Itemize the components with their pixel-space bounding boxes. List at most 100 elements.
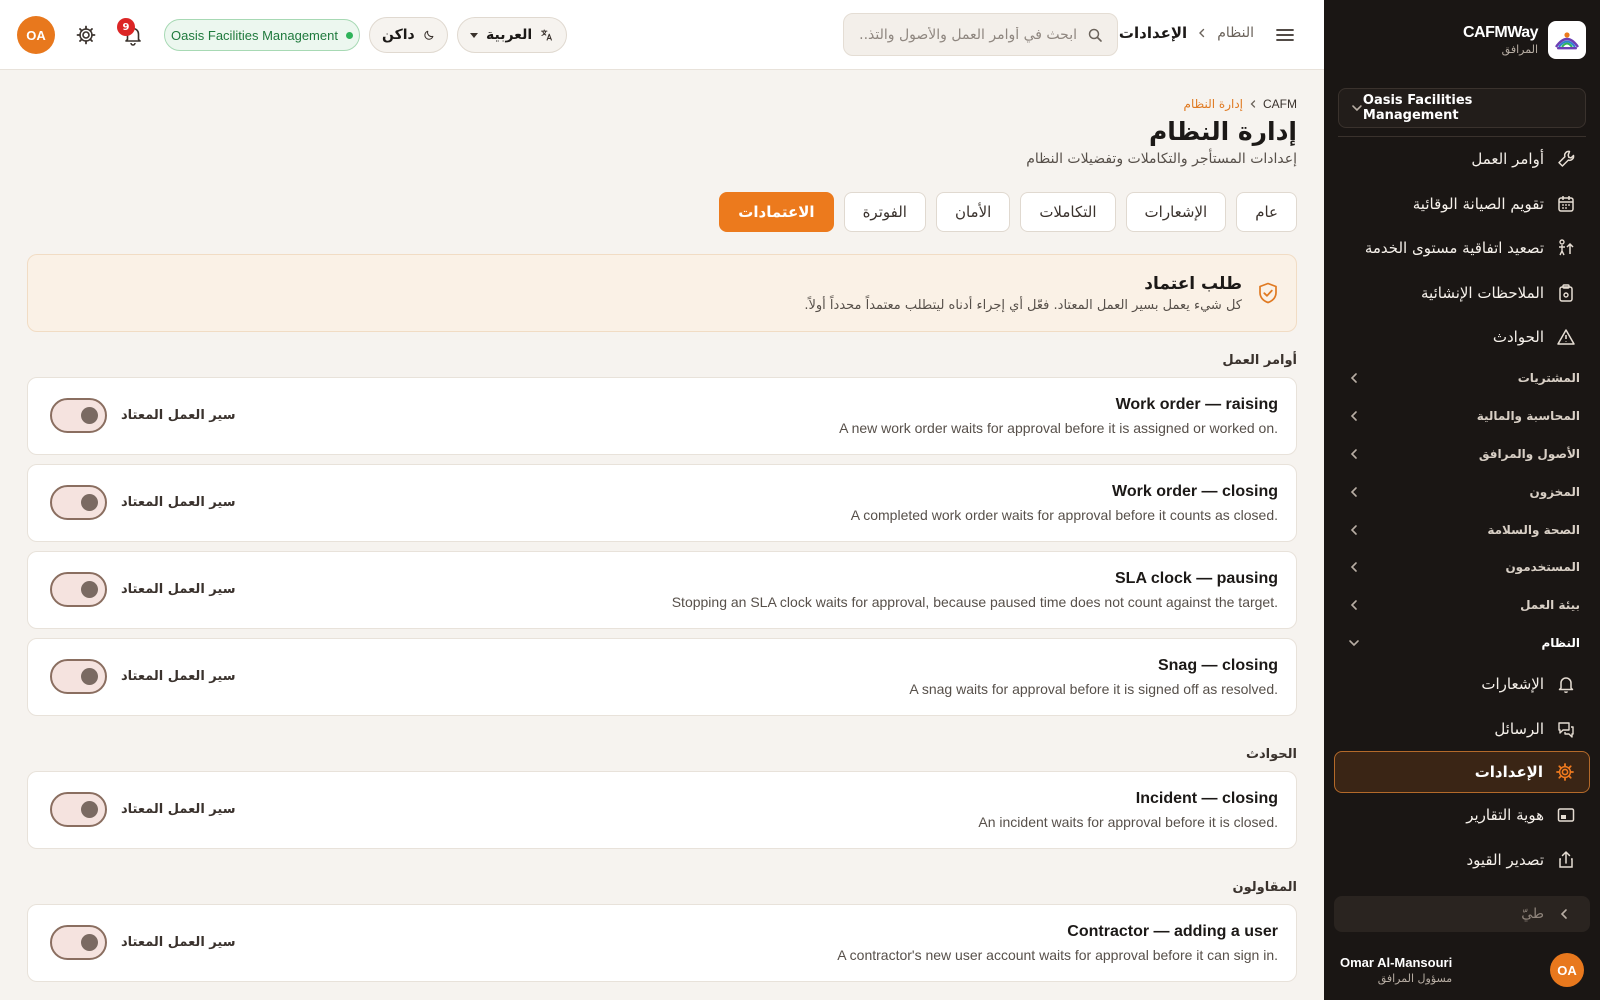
sidebar-group-label: الصحة والسلامة bbox=[1487, 522, 1580, 537]
approval-description: A new work order waits for approval befo… bbox=[839, 420, 1278, 436]
approval-title: Work order — raising bbox=[1115, 396, 1278, 413]
settings-gear-icon[interactable] bbox=[75, 24, 97, 46]
sidebar-item-messages[interactable]: الرسائل bbox=[1324, 706, 1600, 751]
approval-row: Work order — closing A completed work or… bbox=[27, 464, 1297, 542]
approval-toggle[interactable] bbox=[50, 925, 107, 960]
menu-icon[interactable] bbox=[1274, 24, 1296, 46]
brand[interactable]: CAFMWay المرافق bbox=[1324, 0, 1600, 80]
sidebar-group-assets[interactable]: الأصول والمرافق bbox=[1324, 435, 1600, 473]
theme-label: داكن bbox=[382, 27, 415, 43]
sidebar-group-users[interactable]: المستخدمون bbox=[1324, 548, 1600, 586]
breadcrumb-current: الإعدادات bbox=[1118, 24, 1188, 42]
sidebar-item-incidents[interactable]: الحوادث bbox=[1324, 315, 1600, 360]
export-icon bbox=[1559, 850, 1573, 868]
toggle-knob bbox=[81, 801, 98, 818]
toggle-knob bbox=[81, 581, 98, 598]
user-profile[interactable]: OA Omar Al-Mansouri مسؤول المرافق bbox=[1324, 940, 1600, 1000]
language-label: العربية bbox=[486, 27, 533, 43]
shield-check-icon bbox=[1259, 282, 1277, 304]
chevron-down-icon bbox=[1349, 640, 1359, 647]
toggle-label: سير العمل المعتاد bbox=[121, 582, 236, 597]
sidebar-item-pm-calendar[interactable]: تقويم الصيانة الوقائية bbox=[1324, 182, 1600, 227]
toggle-knob bbox=[81, 494, 98, 511]
approval-title: Work order — closing bbox=[1112, 483, 1278, 500]
toggle-knob bbox=[81, 407, 98, 424]
brand-subtitle: المرافق bbox=[1501, 43, 1538, 56]
theme-toggle[interactable]: داكن bbox=[369, 17, 448, 53]
section-label-contractors: المقاولون bbox=[1232, 880, 1298, 895]
clipboard-icon bbox=[1559, 284, 1573, 302]
search-input[interactable] bbox=[858, 26, 1077, 43]
approval-toggle[interactable] bbox=[50, 792, 107, 827]
banner-text: كل شيء يعمل بسير العمل المعتاد. فعّل أي … bbox=[804, 297, 1242, 313]
breadcrumb-parent[interactable]: النظام bbox=[1217, 25, 1254, 41]
chevron-left-icon bbox=[1199, 28, 1205, 38]
toggle-label: سير العمل المعتاد bbox=[121, 802, 236, 817]
sidebar-nav: أوامر العمل تقويم الصيانة الوقائية تصعيد… bbox=[1324, 137, 1600, 882]
tenant-status-badge: Oasis Facilities Management bbox=[164, 19, 360, 51]
sidebar-item-label: الرسائل bbox=[1494, 719, 1544, 738]
page-breadcrumb-root[interactable]: CAFM bbox=[1263, 97, 1297, 111]
sidebar-collapse-button[interactable]: طيّ bbox=[1334, 896, 1590, 932]
sidebar-group-label: الأصول والمرافق bbox=[1478, 446, 1580, 461]
notification-count-badge: 9 bbox=[117, 18, 135, 36]
sidebar-group-inventory[interactable]: المخزون bbox=[1324, 473, 1600, 511]
sidebar-item-settings[interactable]: الإعدادات bbox=[1334, 750, 1590, 793]
approval-toggle[interactable] bbox=[50, 572, 107, 607]
sidebar-group-finance[interactable]: المحاسبة والمالية bbox=[1324, 397, 1600, 435]
sidebar-item-sla-escalation[interactable]: تصعيد اتفاقية مستوى الخدمة bbox=[1324, 226, 1600, 271]
status-dot-icon bbox=[345, 31, 353, 39]
chevron-down-icon bbox=[1352, 105, 1362, 112]
sidebar-group-procurement[interactable]: المشتريات bbox=[1324, 360, 1600, 398]
chat-icon bbox=[1558, 721, 1574, 738]
sidebar-item-label: تقويم الصيانة الوقائية bbox=[1412, 194, 1544, 213]
approval-toggle[interactable] bbox=[50, 485, 107, 520]
sidebar-group-system[interactable]: النظام bbox=[1324, 624, 1600, 662]
approval-description: An incident waits for approval before it… bbox=[978, 814, 1278, 830]
page-title: إدارة النظام bbox=[1148, 117, 1297, 146]
approval-title: Incident — closing bbox=[1135, 790, 1278, 807]
tenant-selector[interactable]: Oasis Facilities Management bbox=[1338, 88, 1586, 128]
tab-security[interactable]: الأمان bbox=[935, 192, 1011, 232]
escalation-icon bbox=[1559, 239, 1574, 256]
approval-row: Work order — raising A new work order wa… bbox=[27, 377, 1297, 455]
sidebar-group-workspace[interactable]: بيئة العمل bbox=[1324, 586, 1600, 624]
approval-toggle[interactable] bbox=[50, 398, 107, 433]
approval-info-banner: طلب اعتماد كل شيء يعمل بسير العمل المعتا… bbox=[27, 254, 1297, 332]
page-breadcrumb: CAFM إدارة النظام bbox=[1184, 97, 1297, 111]
toggle-label: سير العمل المعتاد bbox=[121, 935, 236, 950]
sidebar-group-label: بيئة العمل bbox=[1520, 598, 1580, 613]
search-icon bbox=[1088, 28, 1102, 42]
chevron-left-icon bbox=[1350, 524, 1357, 535]
tab-approvals[interactable]: الاعتمادات bbox=[719, 192, 834, 232]
sidebar-item-export-entries[interactable]: تصدير القيود bbox=[1324, 837, 1600, 882]
sidebar-collapse-label: طيّ bbox=[1521, 906, 1544, 922]
sidebar-item-work-orders[interactable]: أوامر العمل bbox=[1324, 137, 1600, 182]
tab-billing[interactable]: الفوترة bbox=[843, 192, 926, 232]
approval-description: A snag waits for approval before it is s… bbox=[909, 681, 1278, 697]
approval-row: Incident — closing An incident waits for… bbox=[27, 771, 1297, 849]
language-selector[interactable]: العربية bbox=[457, 17, 567, 53]
tab-integrations[interactable]: التكاملات bbox=[1020, 192, 1116, 232]
approval-toggle[interactable] bbox=[50, 659, 107, 694]
page-breadcrumb-current: إدارة النظام bbox=[1183, 97, 1243, 111]
approval-title: Snag — closing bbox=[1157, 657, 1278, 674]
tab-general[interactable]: عام bbox=[1236, 192, 1297, 232]
sidebar-item-snags[interactable]: الملاحظات الإنشائية bbox=[1324, 271, 1600, 316]
sidebar-group-label: المشتريات bbox=[1517, 371, 1580, 386]
calendar-icon bbox=[1558, 195, 1574, 212]
tab-notifications[interactable]: الإشعارات bbox=[1125, 192, 1227, 232]
sidebar-item-label: تصدير القيود bbox=[1466, 850, 1544, 869]
sidebar-item-report-branding[interactable]: هوية التقارير bbox=[1324, 793, 1600, 838]
search-box[interactable] bbox=[843, 13, 1118, 56]
sidebar-item-notifications[interactable]: الإشعارات bbox=[1324, 662, 1600, 707]
chevron-left-icon bbox=[1350, 562, 1357, 573]
approval-title: SLA clock — pausing bbox=[1115, 570, 1278, 587]
sidebar-item-label: الإشعارات bbox=[1481, 675, 1544, 694]
sidebar-group-label: المستخدمون bbox=[1505, 560, 1580, 575]
sidebar-group-hse[interactable]: الصحة والسلامة bbox=[1324, 511, 1600, 549]
sidebar: CAFMWay المرافق Oasis Facilities Managem… bbox=[1324, 0, 1600, 1000]
chevron-left-icon bbox=[1350, 411, 1357, 421]
header-avatar[interactable]: OA bbox=[17, 16, 55, 54]
translate-icon bbox=[541, 29, 553, 41]
